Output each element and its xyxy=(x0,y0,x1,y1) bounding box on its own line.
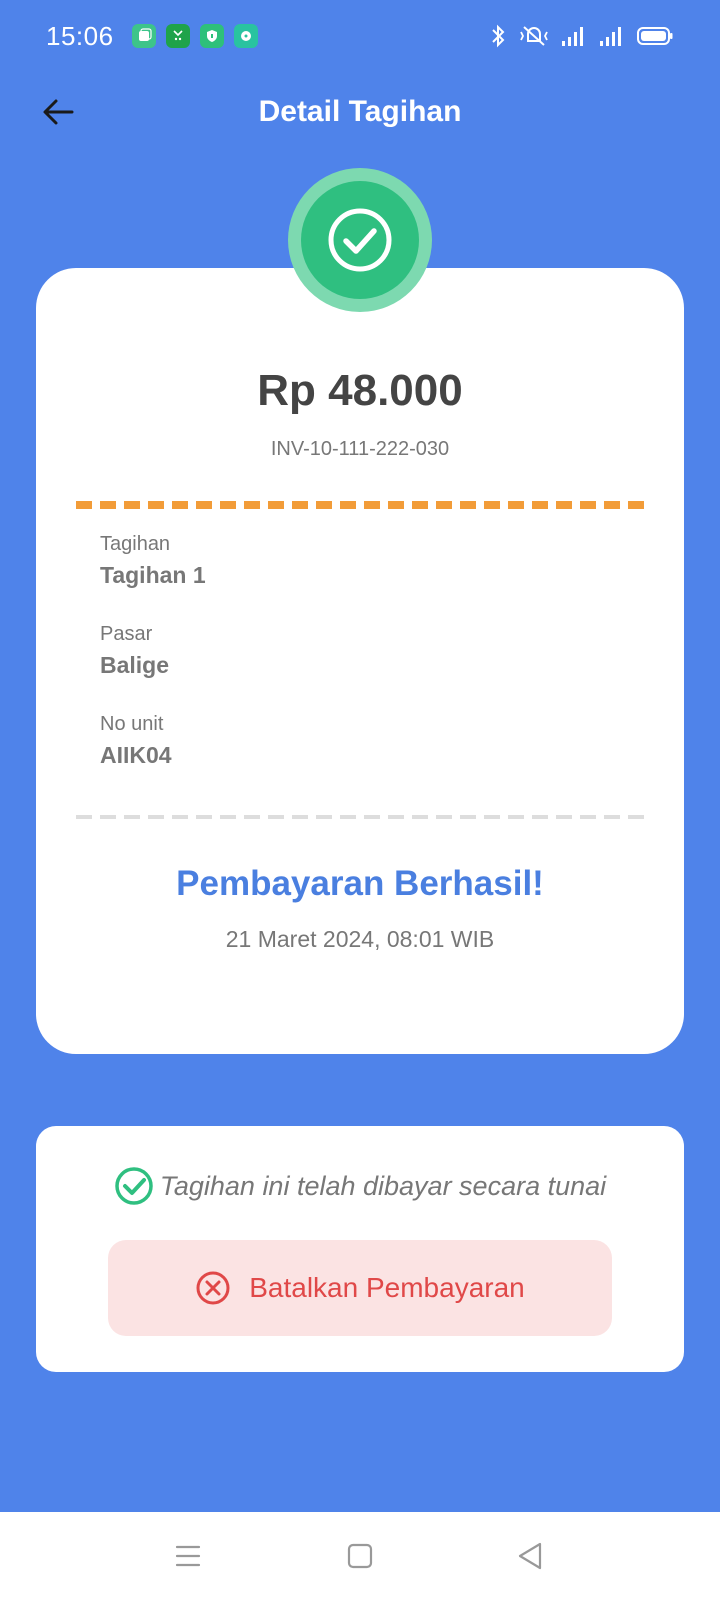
paid-note: Tagihan ini telah dibayar secara tunai xyxy=(36,1166,684,1206)
app-icon-1 xyxy=(131,24,156,48)
success-badge xyxy=(288,168,432,312)
nav-home-button[interactable] xyxy=(340,1536,380,1576)
shield-app-icon xyxy=(199,24,224,48)
cancel-payment-button[interactable]: Batalkan Pembayaran xyxy=(108,1240,612,1336)
payment-date: 21 Maret 2024, 08:01 WIB xyxy=(225,926,495,952)
detail-value: AIIK04 xyxy=(100,742,172,768)
status-time: 15:06 xyxy=(46,20,114,51)
receipt-card: Rp 48.000 INV-10-111-222-030 Tagihan Tag… xyxy=(36,268,684,1054)
detail-value: Tagihan 1 xyxy=(100,562,206,588)
detail-tagihan: Tagihan Tagihan 1 xyxy=(100,533,206,589)
payment-amount: Rp 48.000 xyxy=(257,366,463,415)
paid-note-text: Tagihan ini telah dibayar secara tunai xyxy=(159,1170,607,1201)
nav-back-button[interactable] xyxy=(510,1536,550,1576)
invoice-number: INV-10-111-222-030 xyxy=(270,438,450,460)
check-circle-icon xyxy=(115,1167,153,1205)
detail-no-unit: No unit AIIK04 xyxy=(100,713,172,769)
vibrate-icon xyxy=(520,26,548,46)
close-circle-icon xyxy=(196,1271,230,1305)
triangle-back-icon xyxy=(518,1542,542,1570)
cancel-payment-label: Batalkan Pembayaran xyxy=(249,1272,525,1303)
detail-label: Pasar xyxy=(100,623,153,645)
check-circle-icon xyxy=(328,208,392,272)
detail-label: Tagihan xyxy=(100,533,171,555)
status-bar: 15:06 xyxy=(0,0,720,72)
square-icon xyxy=(347,1543,373,1569)
action-card: Tagihan ini telah dibayar secara tunai B… xyxy=(36,1126,684,1372)
divider-dashed xyxy=(76,815,644,819)
app-header: Detail Tagihan xyxy=(0,76,720,148)
nav-menu-button[interactable] xyxy=(168,1536,208,1576)
divider-dashed xyxy=(76,501,644,509)
detail-pasar: Pasar Balige xyxy=(100,623,169,679)
detail-value: Balige xyxy=(100,652,170,678)
notification-icons xyxy=(131,24,258,48)
page-title: Detail Tagihan xyxy=(258,95,462,128)
signal-icon xyxy=(600,27,621,46)
detail-label: No unit xyxy=(100,713,164,735)
bluetooth-icon xyxy=(492,24,505,48)
system-status-icons xyxy=(488,23,674,49)
system-nav-bar xyxy=(0,1512,720,1600)
menu-icon xyxy=(175,1545,201,1567)
arrow-left-icon xyxy=(43,99,74,125)
battery-icon xyxy=(637,27,673,45)
app-icon-2 xyxy=(165,24,190,48)
success-title: Pembayaran Berhasil! xyxy=(176,864,544,903)
back-button[interactable] xyxy=(36,90,80,134)
signal-icon xyxy=(562,27,583,46)
chat-app-icon xyxy=(233,24,258,48)
